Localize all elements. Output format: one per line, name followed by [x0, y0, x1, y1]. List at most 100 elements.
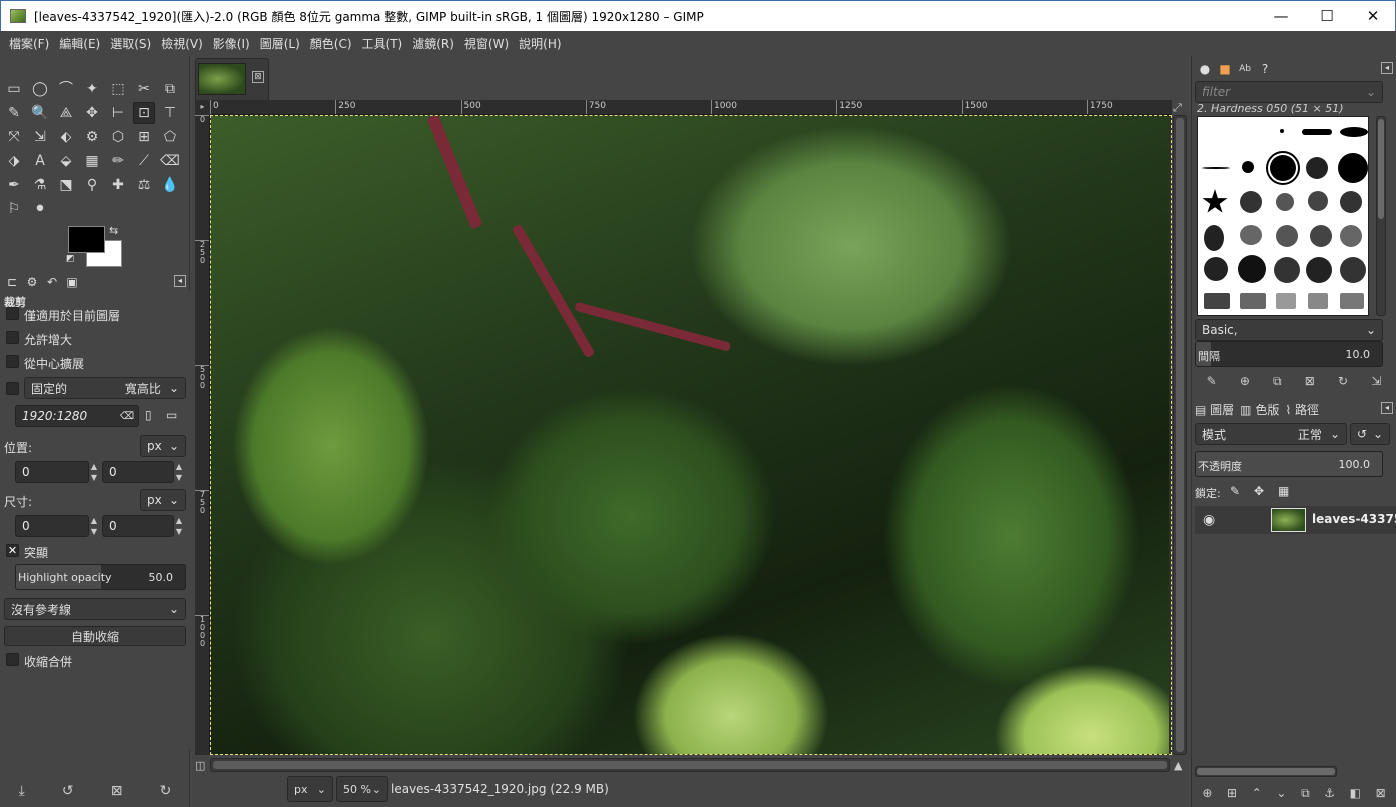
ink-tool-icon[interactable]: ⚗ [29, 174, 51, 196]
brush-swatch[interactable] [1340, 191, 1362, 213]
landscape-icon[interactable]: ▭ [166, 408, 177, 422]
rotate-tool-icon[interactable]: ⤧ [3, 126, 25, 148]
brush-scrollbar[interactable] [1376, 116, 1386, 316]
paths-tool-icon[interactable]: ✎ [3, 102, 25, 124]
blur-tool-icon[interactable]: 💧 [159, 174, 181, 196]
images-tab-icon[interactable]: ▣ [62, 273, 82, 291]
foreground-color[interactable] [68, 226, 105, 253]
gradient-tool-icon[interactable]: ▦ [81, 150, 103, 172]
auto-shrink-button[interactable]: 自動收縮 [4, 626, 186, 646]
tab-channels[interactable]: ▥ 色版 [1240, 401, 1279, 418]
position-x-stepper[interactable]: ▲ ▼ [89, 461, 99, 483]
pencil-tool-icon[interactable]: ✏ [107, 150, 129, 172]
lower-layer-icon[interactable]: ⌄ [1276, 786, 1286, 800]
tool-options-tab-icon[interactable]: ⊏ [2, 273, 22, 291]
close-button[interactable]: ✕ [1350, 1, 1396, 31]
menu-filters[interactable]: 濾鏡(R) [407, 35, 459, 52]
zoom-tool-icon[interactable]: 🔍 [29, 102, 51, 124]
tab-layers[interactable]: ▤ 圖層 [1195, 401, 1234, 418]
heal-tool-icon[interactable]: ✚ [107, 174, 129, 196]
device-status-tab-icon[interactable]: ⚙ [22, 273, 42, 291]
highlight-checkbox[interactable]: ✕ [6, 544, 19, 557]
rect-select-tool-icon[interactable]: ▭ [3, 78, 25, 100]
patterns-tab-icon[interactable]: ■ [1215, 60, 1235, 78]
brush-swatch[interactable] [1306, 157, 1328, 179]
vertical-scroll-thumb[interactable] [1176, 118, 1184, 752]
select-by-color-tool-icon[interactable]: ⬚ [107, 78, 129, 100]
aspect-ratio-input[interactable]: 1920:1280 ⌫ [15, 405, 139, 427]
scale-tool-icon[interactable]: ⇲ [29, 126, 51, 148]
menu-tools[interactable]: 工具(T) [357, 35, 408, 52]
3d-transform-tool-icon[interactable]: ⬡ [107, 126, 129, 148]
free-select-tool-icon[interactable]: ⌒ [55, 78, 77, 100]
new-layer-group-icon[interactable]: ⊞ [1227, 786, 1237, 800]
menu-windows[interactable]: 視窗(W) [459, 35, 514, 52]
dock-menu-icon[interactable]: ◂ [1381, 402, 1393, 414]
foreground-select-tool-icon[interactable]: ⧉ [159, 78, 181, 100]
navigate-up-icon[interactable]: ▲ [1174, 759, 1182, 772]
raise-layer-icon[interactable]: ⌃ [1252, 786, 1262, 800]
brush-swatch[interactable] [1280, 129, 1284, 133]
new-brush-icon[interactable]: ⊕ [1240, 374, 1250, 388]
help-tab-icon[interactable]: ? [1255, 60, 1275, 78]
crop-tool-icon[interactable]: ⊡ [133, 102, 155, 124]
brush-swatch[interactable] [1274, 257, 1300, 283]
duplicate-layer-icon[interactable]: ⧉ [1301, 786, 1310, 801]
swap-colors-icon[interactable]: ⇆ [109, 224, 118, 237]
mask-icon[interactable]: ◧ [1350, 786, 1361, 800]
brush-swatch[interactable] [1340, 257, 1366, 283]
dock-menu-icon[interactable]: ◂ [174, 275, 186, 287]
menu-file[interactable]: 檔案(F) [4, 35, 54, 52]
menu-select[interactable]: 選取(S) [105, 35, 156, 52]
brush-swatch[interactable] [1276, 225, 1298, 247]
brush-swatch[interactable] [1340, 293, 1364, 309]
ellipse-select-tool-icon[interactable]: ◯ [29, 78, 51, 100]
brush-swatch[interactable] [1276, 293, 1296, 309]
layer-name[interactable]: leaves-4337542_1920.jpg [1312, 512, 1396, 526]
refresh-brushes-icon[interactable]: ↻ [1338, 374, 1348, 388]
quick-mask-icon[interactable]: ▸ [195, 100, 210, 115]
default-colors-icon[interactable]: ◩ [66, 254, 78, 265]
brush-scroll-thumb[interactable] [1378, 119, 1384, 219]
fixed-checkbox[interactable] [6, 382, 19, 395]
position-x-input[interactable]: 0 [15, 461, 89, 483]
brush-swatch[interactable] [1308, 293, 1328, 309]
brush-tag-select[interactable]: Basic, ⌄ [1195, 319, 1383, 341]
anchor-layer-icon[interactable]: ⚓ [1324, 786, 1335, 800]
delete-brush-icon[interactable]: ⊠ [1305, 374, 1315, 388]
delete-layer-icon[interactable]: ⊠ [1376, 786, 1386, 800]
align-tool-icon[interactable]: ⊢ [107, 102, 129, 124]
brush-swatch[interactable] [1306, 257, 1332, 283]
duplicate-brush-icon[interactable]: ⧉ [1273, 374, 1282, 389]
fuzzy-select-tool-icon[interactable]: ✦ [81, 78, 103, 100]
layer-mode-select[interactable]: 模式 正常 ⌄ [1195, 423, 1347, 445]
layer-row[interactable]: ◉ leaves-4337542_1920.jpg [1195, 506, 1396, 534]
size-h-stepper[interactable]: ▲ ▼ [174, 515, 184, 537]
perspective-clone-tool-icon[interactable]: ⚖ [133, 174, 155, 196]
brush-swatch[interactable] [1338, 153, 1368, 183]
horizontal-scrollbar[interactable] [210, 758, 1170, 772]
fixed-mode-select[interactable]: 固定的 寬高比 ⌄ [24, 377, 186, 399]
tab-paths[interactable]: ⌇ 路徑 [1285, 401, 1319, 418]
brushes-tab-icon[interactable]: ● [1195, 60, 1215, 78]
clone-tool-icon[interactable]: ⚲ [81, 174, 103, 196]
dock-menu-icon[interactable]: ◂ [1381, 62, 1393, 74]
layers-hscrollbar[interactable] [1195, 766, 1337, 777]
unit-select[interactable]: px ⌄ [287, 776, 333, 802]
size-h-input[interactable]: 0 [102, 515, 174, 537]
fonts-tab-icon[interactable]: Ab [1235, 60, 1255, 78]
brush-swatch[interactable] [1204, 225, 1224, 251]
lock-alpha-icon[interactable]: ▦ [1278, 484, 1289, 498]
brush-swatch[interactable] [1204, 257, 1228, 281]
maximize-button[interactable]: ☐ [1304, 1, 1350, 31]
restore-preset-icon[interactable]: ↺ [62, 783, 74, 799]
brush-swatch-selected[interactable] [1266, 151, 1300, 185]
new-layer-icon[interactable]: ⊕ [1202, 786, 1212, 800]
image-tab[interactable]: ⊠ [195, 58, 269, 100]
lock-position-icon[interactable]: ✥ [1254, 484, 1264, 498]
mypaint-tool-icon[interactable]: ⬔ [55, 174, 77, 196]
lock-pixels-icon[interactable]: ✎ [1230, 484, 1240, 498]
navigate-icon[interactable]: ◫ [195, 759, 205, 772]
layers-hscroll-thumb[interactable] [1197, 768, 1335, 775]
dodge-burn-tool-icon[interactable]: ⚫ [29, 198, 51, 220]
